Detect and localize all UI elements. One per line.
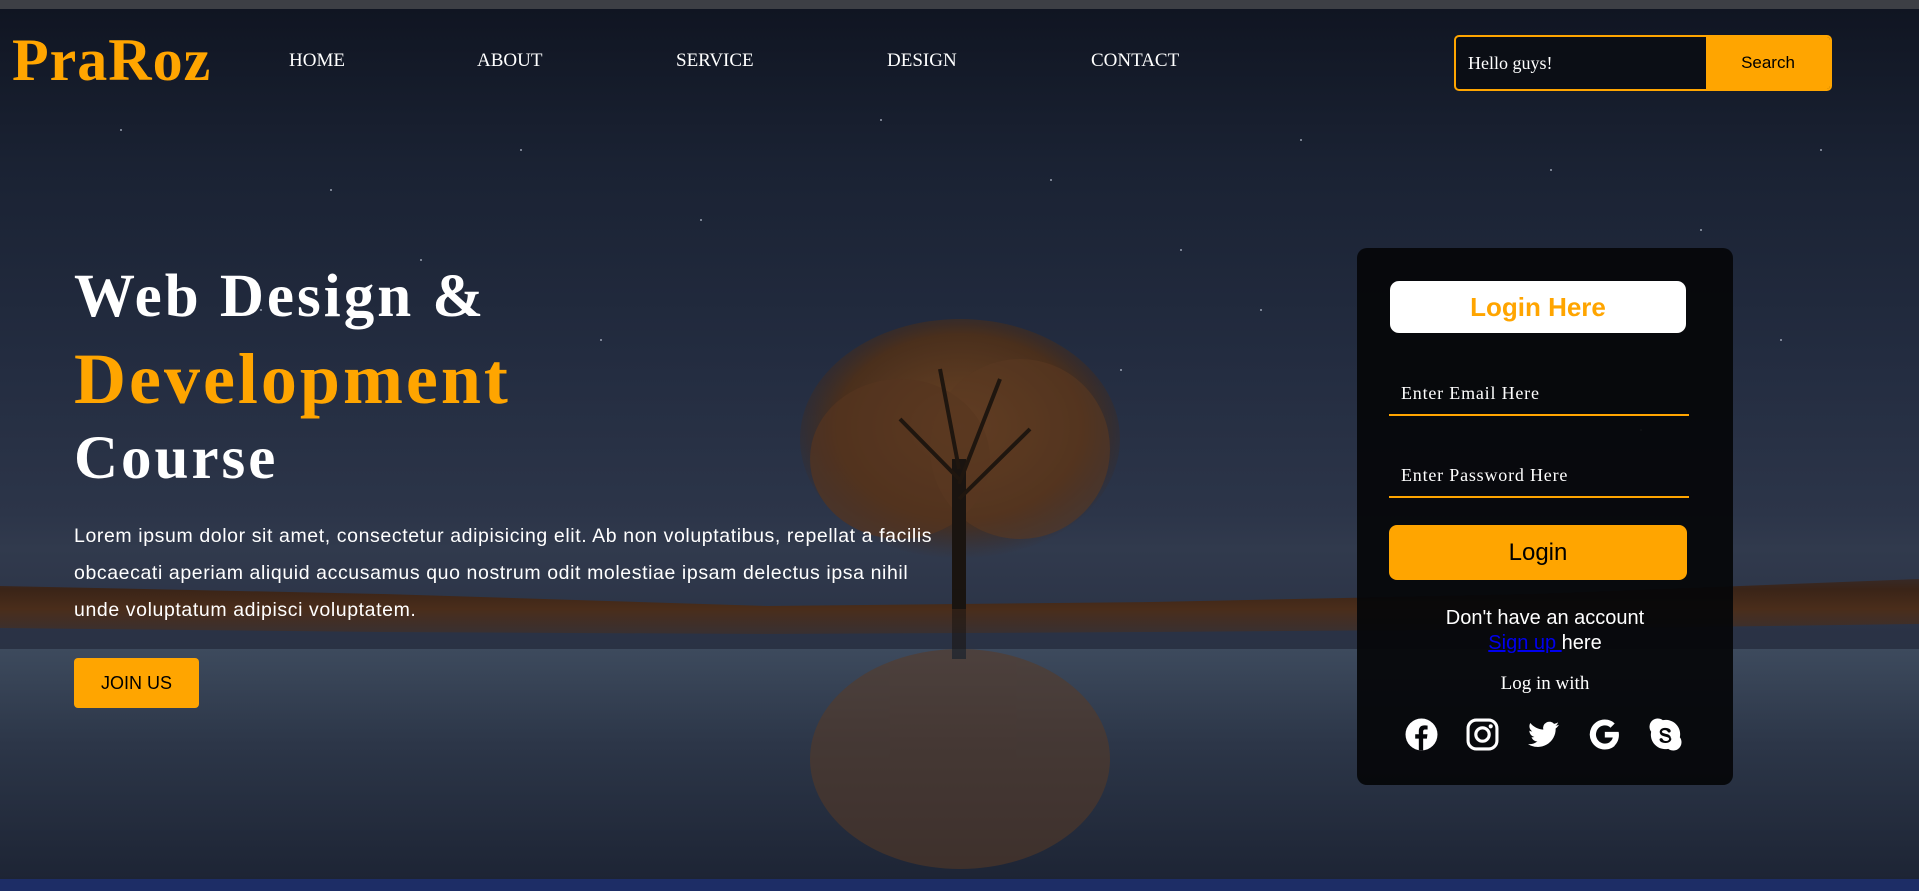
- browser-bottom-strip: [0, 879, 1919, 891]
- facebook-icon[interactable]: [1405, 718, 1438, 751]
- browser-top-strip: [0, 0, 1919, 9]
- nav-design[interactable]: DESIGN: [887, 50, 957, 72]
- signup-prompt: Don't have an account Sign up here: [1357, 606, 1733, 656]
- instagram-icon[interactable]: [1466, 718, 1499, 751]
- nav-home[interactable]: HOME: [289, 50, 345, 72]
- search-input[interactable]: [1456, 37, 1706, 89]
- nav-service[interactable]: SERVICE: [676, 50, 754, 72]
- login-card: Login Here Login Don't have an account S…: [1357, 248, 1733, 785]
- hero-title-line-2: Development: [74, 339, 511, 419]
- email-field[interactable]: [1389, 372, 1689, 416]
- signup-link[interactable]: Sign up: [1488, 632, 1561, 654]
- join-us-button[interactable]: JOIN US: [74, 658, 199, 708]
- hero-title-line-3: Course: [74, 425, 279, 492]
- site-logo[interactable]: PraRoz: [12, 26, 211, 95]
- no-account-text: Don't have an account: [1445, 607, 1645, 629]
- skype-icon[interactable]: [1649, 718, 1682, 751]
- social-login-icons: [1405, 718, 1682, 751]
- password-field[interactable]: [1389, 454, 1689, 498]
- signup-suffix: here: [1561, 632, 1602, 654]
- google-icon[interactable]: [1588, 718, 1621, 751]
- log-in-with-label: Log in with: [1500, 673, 1590, 694]
- search-button[interactable]: Search: [1706, 37, 1830, 89]
- hero-title-line-1: Web Design &: [74, 263, 487, 330]
- nav-about[interactable]: ABOUT: [477, 50, 542, 72]
- login-title: Login Here: [1390, 281, 1686, 333]
- nav-contact[interactable]: CONTACT: [1091, 50, 1179, 72]
- hero-description: Lorem ipsum dolor sit amet, consectetur …: [74, 525, 933, 621]
- search-bar: Search: [1454, 35, 1832, 91]
- twitter-icon[interactable]: [1527, 718, 1560, 751]
- login-button[interactable]: Login: [1389, 525, 1687, 580]
